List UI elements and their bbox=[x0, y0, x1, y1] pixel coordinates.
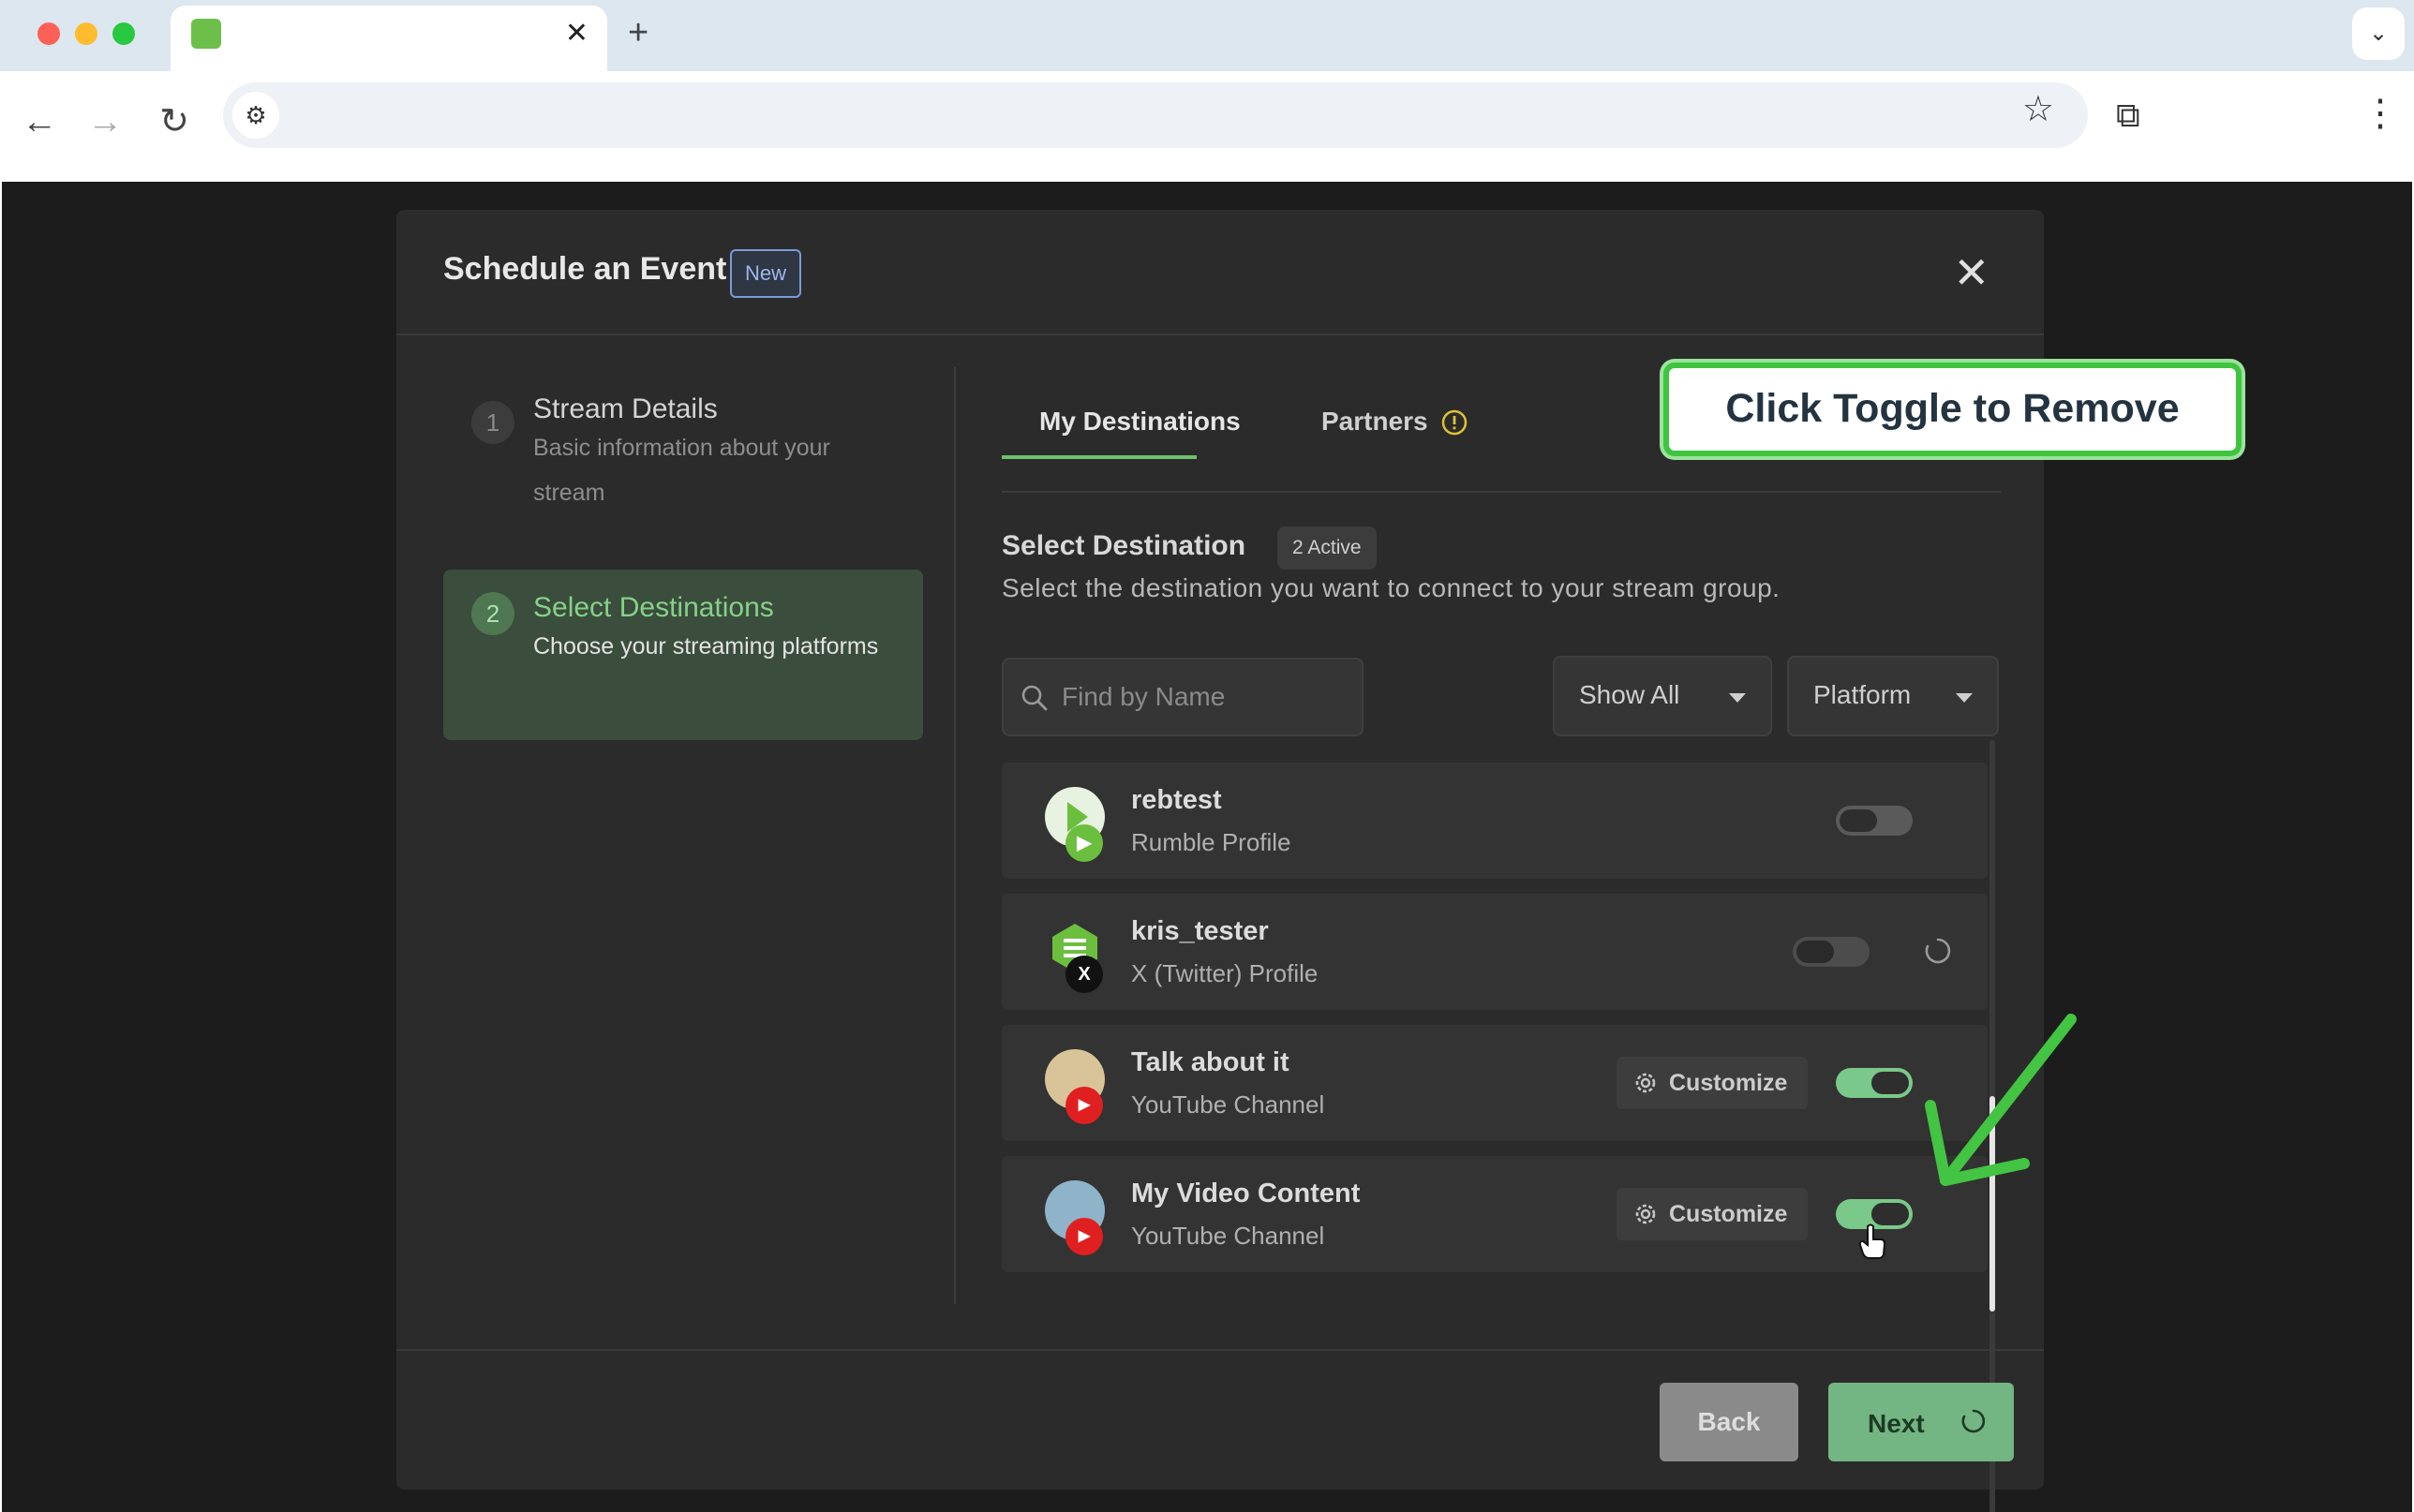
youtube-badge-icon: ▶ bbox=[1065, 1218, 1103, 1255]
browser-toolbar: ← → ↻ ⚙ ☆ ⧉ ⋮ bbox=[0, 71, 2414, 182]
destination-name: kris_tester bbox=[1131, 916, 1269, 946]
footer-divider bbox=[396, 1349, 2044, 1351]
bookmark-star-icon[interactable]: ☆ bbox=[2022, 88, 2054, 130]
gear-icon bbox=[1635, 1204, 1656, 1224]
active-tab-indicator bbox=[1002, 455, 1197, 459]
destination-type: YouTube Channel bbox=[1131, 1090, 1325, 1119]
destination-row: ▶ My Video Content YouTube Channel Custo… bbox=[1002, 1156, 1988, 1272]
chevron-down-icon bbox=[1956, 693, 1973, 703]
destination-toggle[interactable] bbox=[1836, 806, 1913, 836]
toggle-knob bbox=[1796, 941, 1834, 963]
tabs-divider bbox=[1002, 491, 2001, 493]
forward-arrow-icon[interactable]: → bbox=[77, 94, 133, 150]
hand-cursor-icon bbox=[1858, 1223, 1886, 1259]
destination-row: X kris_tester X (Twitter) Profile bbox=[1002, 894, 1988, 1010]
show-filter-select[interactable]: Show All bbox=[1553, 656, 1772, 736]
maximize-window-button[interactable] bbox=[112, 22, 135, 45]
tab-strip: ✕ + ⌄ bbox=[0, 0, 2414, 71]
step-number: 2 bbox=[471, 592, 514, 635]
back-arrow-icon[interactable]: ← bbox=[11, 94, 67, 150]
browser-menu-icon[interactable]: ⋮ bbox=[2362, 92, 2399, 135]
select-destination-title: Select Destination bbox=[1002, 530, 1246, 561]
active-count-badge: 2 Active bbox=[1277, 526, 1377, 570]
destination-name: rebtest bbox=[1131, 785, 1222, 815]
loading-spinner-icon bbox=[1961, 1409, 1986, 1433]
extensions-puzzle-icon[interactable]: ⧉ bbox=[2116, 96, 2140, 136]
show-filter-value: Show All bbox=[1579, 680, 1680, 709]
next-label: Next bbox=[1868, 1409, 1925, 1438]
pointer-arrow-icon bbox=[1925, 1014, 2077, 1186]
step-number: 1 bbox=[471, 401, 514, 444]
browser-tab[interactable]: ✕ bbox=[171, 6, 607, 71]
gear-icon bbox=[1635, 1073, 1656, 1093]
modal-close-button[interactable]: ✕ bbox=[1953, 247, 1989, 298]
destination-type: YouTube Channel bbox=[1131, 1222, 1325, 1250]
step-select-destinations[interactable]: 2 Select Destinations Choose your stream… bbox=[443, 570, 923, 740]
customize-label: Customize bbox=[1669, 1201, 1788, 1227]
back-button[interactable]: Back bbox=[1660, 1383, 1798, 1461]
destination-type: X (Twitter) Profile bbox=[1131, 959, 1319, 987]
select-destination-description: Select the destination you want to conne… bbox=[1002, 573, 1781, 602]
tab-close-icon[interactable]: ✕ bbox=[565, 17, 589, 50]
step-title: Select Destinations bbox=[533, 592, 774, 623]
step-stream-details[interactable]: 1 Stream Details Basic information about… bbox=[443, 382, 923, 523]
panel-divider bbox=[954, 367, 956, 1304]
instruction-callout: Click Toggle to Remove bbox=[1663, 363, 2242, 456]
destination-row: ▶ Talk about it YouTube Channel Customiz… bbox=[1002, 1025, 1988, 1141]
modal-header: Schedule an Event New ✕ bbox=[396, 210, 2044, 335]
x-twitter-badge-icon: X bbox=[1065, 956, 1103, 993]
platform-filter-select[interactable]: Platform bbox=[1787, 656, 1999, 736]
customize-label: Customize bbox=[1669, 1070, 1788, 1096]
destination-toggle[interactable] bbox=[1836, 1068, 1913, 1098]
new-tab-button[interactable]: + bbox=[628, 13, 648, 53]
destination-row: ▶ rebtest Rumble Profile bbox=[1002, 763, 1988, 879]
destination-type: Rumble Profile bbox=[1131, 828, 1291, 856]
step-description: Basic information about your stream bbox=[533, 435, 830, 506]
browser-window: ✕ + ⌄ ← → ↻ ⚙ ☆ ⧉ ⋮ Schedule an Event Ne… bbox=[0, 0, 2414, 1512]
toggle-knob bbox=[1840, 809, 1877, 832]
tab-search-menu-button[interactable]: ⌄ bbox=[2352, 7, 2405, 60]
partners-info-icon bbox=[1441, 409, 1468, 436]
destination-name: My Video Content bbox=[1131, 1178, 1361, 1208]
switchboard-favicon-icon bbox=[191, 19, 221, 49]
destination-toggle[interactable] bbox=[1793, 937, 1870, 967]
search-placeholder: Find by Name bbox=[1062, 682, 1226, 711]
chevron-down-icon bbox=[1729, 693, 1746, 703]
rumble-badge-icon: ▶ bbox=[1065, 824, 1103, 862]
site-settings-icon[interactable]: ⚙ bbox=[232, 92, 279, 139]
customize-button[interactable]: Customize bbox=[1617, 1188, 1808, 1240]
customize-button[interactable]: Customize bbox=[1617, 1057, 1808, 1109]
tab-my-destinations[interactable]: My Destinations bbox=[1039, 407, 1241, 437]
youtube-badge-icon: ▶ bbox=[1065, 1087, 1103, 1124]
tab-partners[interactable]: Partners bbox=[1321, 407, 1428, 437]
new-badge: New bbox=[730, 249, 802, 298]
search-icon bbox=[1021, 685, 1048, 711]
search-input[interactable]: Find by Name bbox=[1002, 658, 1363, 736]
next-button[interactable]: Next bbox=[1828, 1383, 2014, 1461]
address-bar[interactable]: ⚙ ☆ bbox=[223, 82, 2088, 148]
loading-spinner-icon bbox=[1925, 938, 1951, 964]
platform-filter-value: Platform bbox=[1813, 680, 1912, 709]
modal-title: Schedule an Event bbox=[443, 251, 727, 287]
reload-icon[interactable]: ↻ bbox=[146, 94, 202, 150]
close-window-button[interactable] bbox=[37, 22, 60, 45]
minimize-window-button[interactable] bbox=[75, 22, 97, 45]
step-title: Stream Details bbox=[533, 393, 718, 424]
destination-name: Talk about it bbox=[1131, 1047, 1289, 1077]
step-description: Choose your streaming platforms bbox=[533, 633, 879, 660]
